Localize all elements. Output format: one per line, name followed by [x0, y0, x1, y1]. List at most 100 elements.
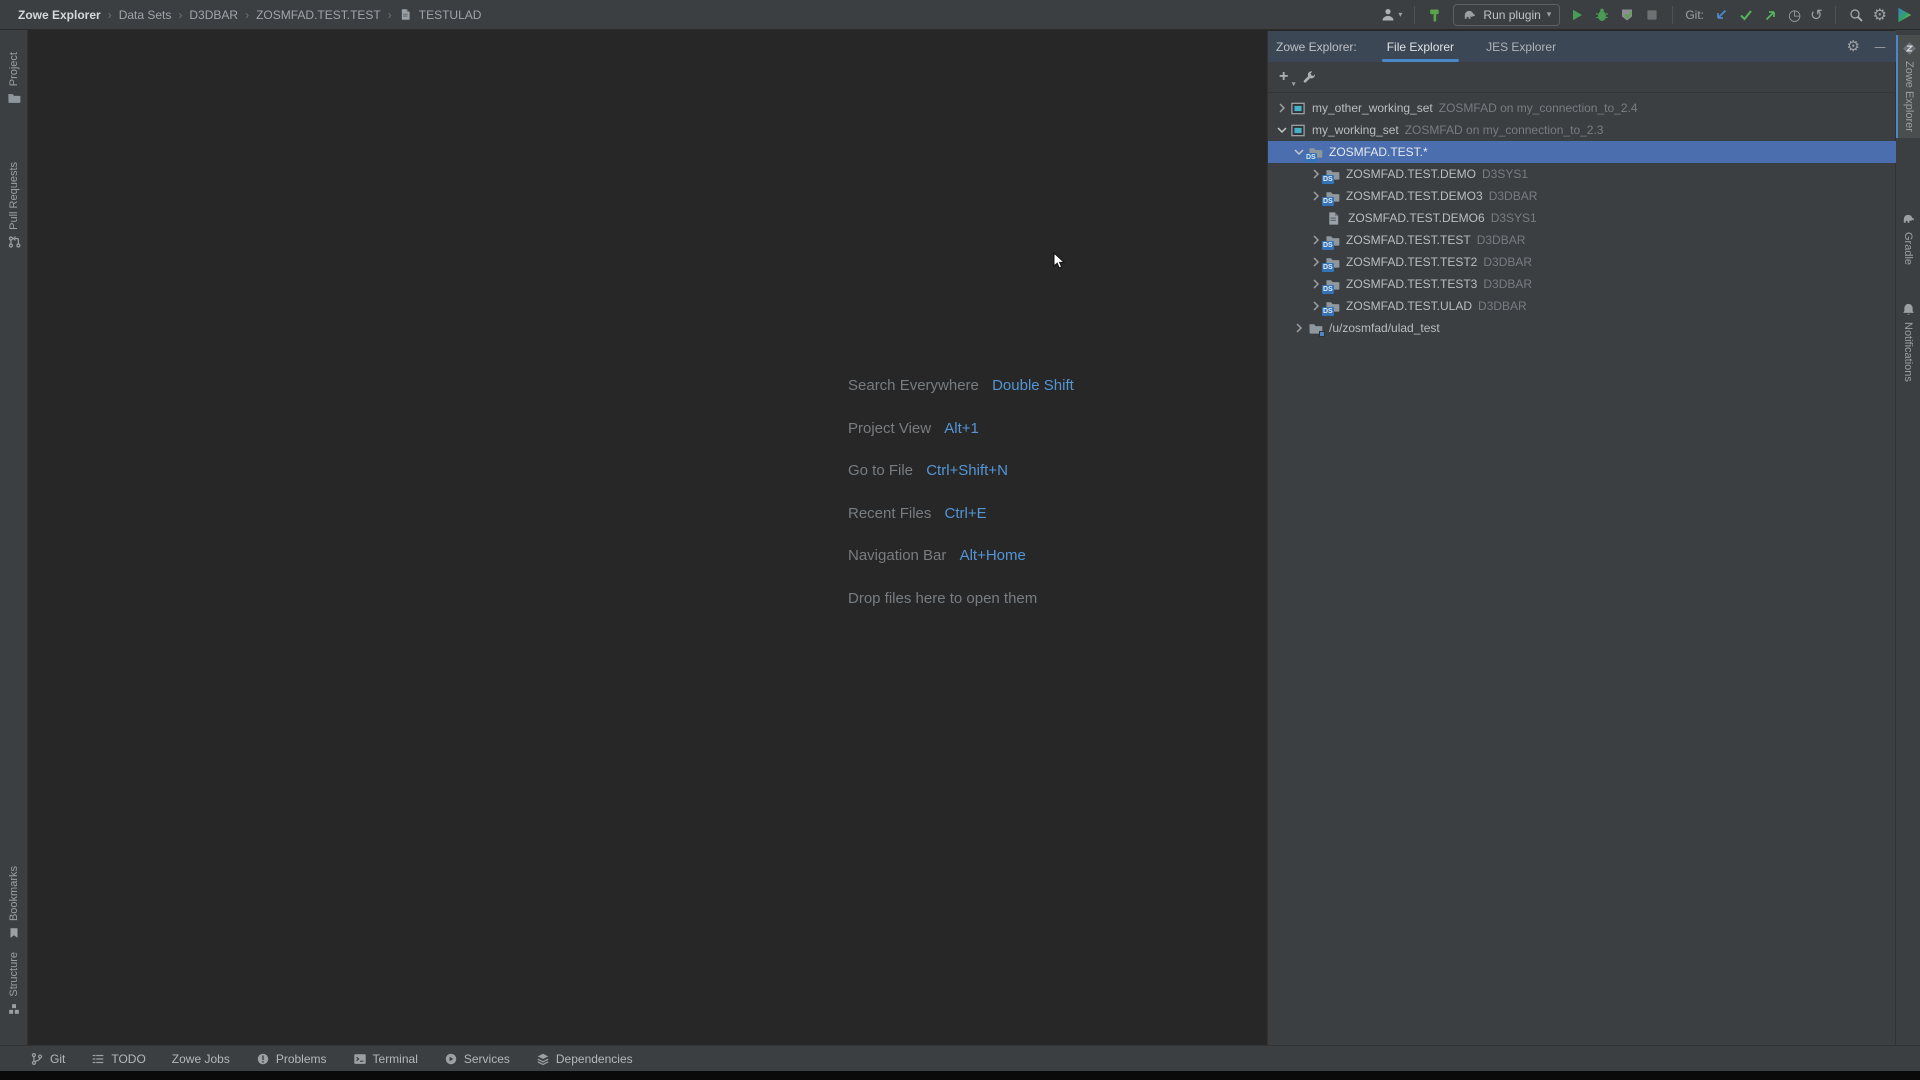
toolbar-divider: [1835, 6, 1836, 24]
sidebar-item-structure[interactable]: Structure: [0, 952, 27, 1016]
user-account-button[interactable]: ▾: [1380, 7, 1402, 23]
ide-profile-logo-icon[interactable]: [1896, 7, 1912, 23]
tree-item-suffix: D3SYS1: [1482, 167, 1528, 181]
tool-window-settings-gear-icon[interactable]: ⚙: [1847, 39, 1860, 54]
git-update-button[interactable]: [1713, 7, 1729, 23]
shortcut-keys: Alt+1: [944, 420, 979, 437]
toolbar-divider: [1672, 6, 1673, 24]
tree-row-working-set[interactable]: my_working_set ZOSMFAD on my_connection_…: [1268, 119, 1896, 141]
bottom-tool-window-bar: Git TODO Zowe Jobs Problems Terminal Ser…: [0, 1045, 1920, 1071]
breadcrumb-separator-icon: ›: [388, 8, 392, 22]
tree-row-uss-directory[interactable]: /u/zosmfad/ulad_test: [1268, 317, 1896, 339]
hide-tool-window-icon[interactable]: —: [1874, 41, 1886, 53]
sequential-dataset-file-icon: [1326, 211, 1341, 226]
left-tool-stripe: Project Pull Requests Bookmarks Structur…: [0, 30, 28, 1045]
run-button[interactable]: [1569, 7, 1585, 23]
tree-item-label: ZOSMFAD.TEST.ULAD: [1346, 299, 1472, 313]
main-toolbar: Zowe Explorer › Data Sets › D3DBAR › ZOS…: [0, 0, 1920, 30]
tool-window-toolbar: + ▾: [1268, 62, 1896, 93]
sidebar-item-bookmarks[interactable]: Bookmarks: [0, 866, 27, 940]
sidebar-item-project[interactable]: Project: [0, 52, 27, 105]
services-icon: [444, 1052, 458, 1066]
tree-row-dataset[interactable]: DS ZOSMFAD.TEST.DEMO D3SYS1: [1268, 163, 1896, 185]
ds-badge: DS: [1322, 263, 1334, 272]
tree-item-suffix: D3DBAR: [1478, 299, 1527, 313]
sidebar-item-pull-requests[interactable]: Pull Requests: [0, 162, 27, 249]
chevron-right-icon[interactable]: [1274, 100, 1290, 116]
chevron-right-icon[interactable]: [1291, 320, 1307, 336]
tool-button-services[interactable]: Services: [444, 1052, 510, 1066]
edit-wrench-button[interactable]: [1302, 70, 1317, 85]
ds-badge: DS: [1322, 285, 1334, 294]
zowe-explorer-tool-window: Zowe Explorer: File Explorer JES Explore…: [1267, 31, 1895, 1045]
shortcut-row: Go to File Ctrl+Shift+N: [848, 462, 1008, 479]
breadcrumb-zowe-explorer[interactable]: Zowe Explorer: [18, 8, 101, 22]
tree-row-working-set[interactable]: my_other_working_set ZOSMFAD on my_conne…: [1268, 97, 1896, 119]
tool-stripe-gradle[interactable]: Gradle: [1896, 212, 1920, 265]
mouse-cursor: [1053, 252, 1065, 270]
breadcrumb-data-sets[interactable]: Data Sets: [119, 8, 172, 22]
plus-icon: +: [1279, 68, 1288, 85]
shortcut-keys: Ctrl+Shift+N: [926, 462, 1008, 479]
shortcut-row: Project View Alt+1: [848, 420, 979, 437]
ide-window: Zowe Explorer › Data Sets › D3DBAR › ZOS…: [0, 0, 1920, 1080]
tool-button-label: Git: [50, 1052, 65, 1066]
build-hammer-button[interactable]: [1427, 7, 1444, 24]
search-everywhere-button[interactable]: [1848, 7, 1864, 23]
ds-badge: DS: [1322, 307, 1334, 316]
run-configuration-select[interactable]: Run plugin ▾: [1453, 4, 1560, 26]
tree-item-label: ZOSMFAD.TEST.TEST: [1346, 233, 1471, 247]
breadcrumb-d3dbar[interactable]: D3DBAR: [189, 8, 238, 22]
drop-files-hint: Drop files here to open them: [848, 590, 1037, 607]
debug-button[interactable]: [1594, 7, 1610, 23]
stop-button[interactable]: [1644, 7, 1660, 23]
tool-stripe-zowe-explorer[interactable]: Zowe Explorer: [1896, 35, 1920, 138]
shortcut-row: Drop files here to open them: [848, 590, 1037, 607]
chevron-down-icon[interactable]: [1274, 122, 1290, 138]
tree-row-dataset[interactable]: DS ZOSMFAD.TEST.TEST3 D3DBAR: [1268, 273, 1896, 295]
zowe-explorer-stripe-label: Zowe Explorer: [1903, 61, 1915, 132]
tool-button-todo[interactable]: TODO: [91, 1052, 145, 1066]
breadcrumb-dataset[interactable]: ZOSMFAD.TEST.TEST: [256, 8, 381, 22]
uss-badge: [1319, 331, 1325, 337]
settings-gear-icon[interactable]: ⚙: [1873, 7, 1887, 23]
tool-stripe-notifications[interactable]: Notifications: [1896, 302, 1920, 382]
shortcut-label: Recent Files: [848, 505, 931, 522]
tab-jes-explorer[interactable]: JES Explorer: [1484, 31, 1558, 62]
editor-area[interactable]: Search Everywhere Double Shift Project V…: [29, 31, 1266, 1045]
tree-item-label: ZOSMFAD.TEST.DEMO6: [1348, 211, 1485, 225]
tool-button-zowe-jobs[interactable]: Zowe Jobs: [172, 1052, 230, 1066]
tree-row-dataset[interactable]: DS ZOSMFAD.TEST.TEST D3DBAR: [1268, 229, 1896, 251]
add-working-set-button[interactable]: + ▾: [1279, 68, 1288, 86]
tool-button-terminal[interactable]: Terminal: [353, 1052, 418, 1066]
tool-button-problems[interactable]: Problems: [256, 1052, 327, 1066]
tab-file-explorer[interactable]: File Explorer: [1385, 31, 1456, 62]
pull-requests-stripe-label: Pull Requests: [8, 162, 20, 230]
tree-item-label: ZOSMFAD.TEST.TEST2: [1346, 255, 1477, 269]
breadcrumb-separator-icon: ›: [245, 8, 249, 22]
tool-window-title: Zowe Explorer:: [1276, 40, 1357, 54]
tool-button-dependencies[interactable]: Dependencies: [536, 1052, 633, 1066]
tool-button-label: Services: [464, 1052, 510, 1066]
breadcrumb-separator-icon: ›: [178, 8, 182, 22]
tree-row-sequential-dataset[interactable]: ZOSMFAD.TEST.DEMO6 D3SYS1: [1268, 207, 1896, 229]
rollback-icon[interactable]: ↺: [1810, 8, 1823, 23]
tree-row-dataset[interactable]: DS ZOSMFAD.TEST.ULAD D3DBAR: [1268, 295, 1896, 317]
structure-icon: [7, 1002, 21, 1016]
git-commit-button[interactable]: [1738, 7, 1754, 23]
zowe-logo-icon: [1902, 41, 1917, 56]
git-push-button[interactable]: [1763, 7, 1779, 23]
tree-item-suffix: D3DBAR: [1477, 233, 1526, 247]
tool-button-git[interactable]: Git: [30, 1052, 65, 1066]
tree-row-dataset-mask-selected[interactable]: DS ZOSMFAD.TEST.*: [1268, 141, 1896, 163]
run-configuration-label: Run plugin: [1483, 8, 1540, 22]
tree-item-suffix: D3DBAR: [1483, 277, 1532, 291]
tree-item-suffix: D3SYS1: [1491, 211, 1537, 225]
tree-row-dataset[interactable]: DS ZOSMFAD.TEST.TEST2 D3DBAR: [1268, 251, 1896, 273]
breadcrumb-member[interactable]: TESTULAD: [419, 8, 482, 22]
history-icon[interactable]: ◷: [1788, 8, 1801, 23]
tree-item-label: my_other_working_set: [1312, 101, 1433, 115]
gradle-elephant-icon: [1462, 8, 1477, 23]
tree-row-dataset[interactable]: DS ZOSMFAD.TEST.DEMO3 D3DBAR: [1268, 185, 1896, 207]
run-with-coverage-button[interactable]: [1619, 7, 1635, 23]
